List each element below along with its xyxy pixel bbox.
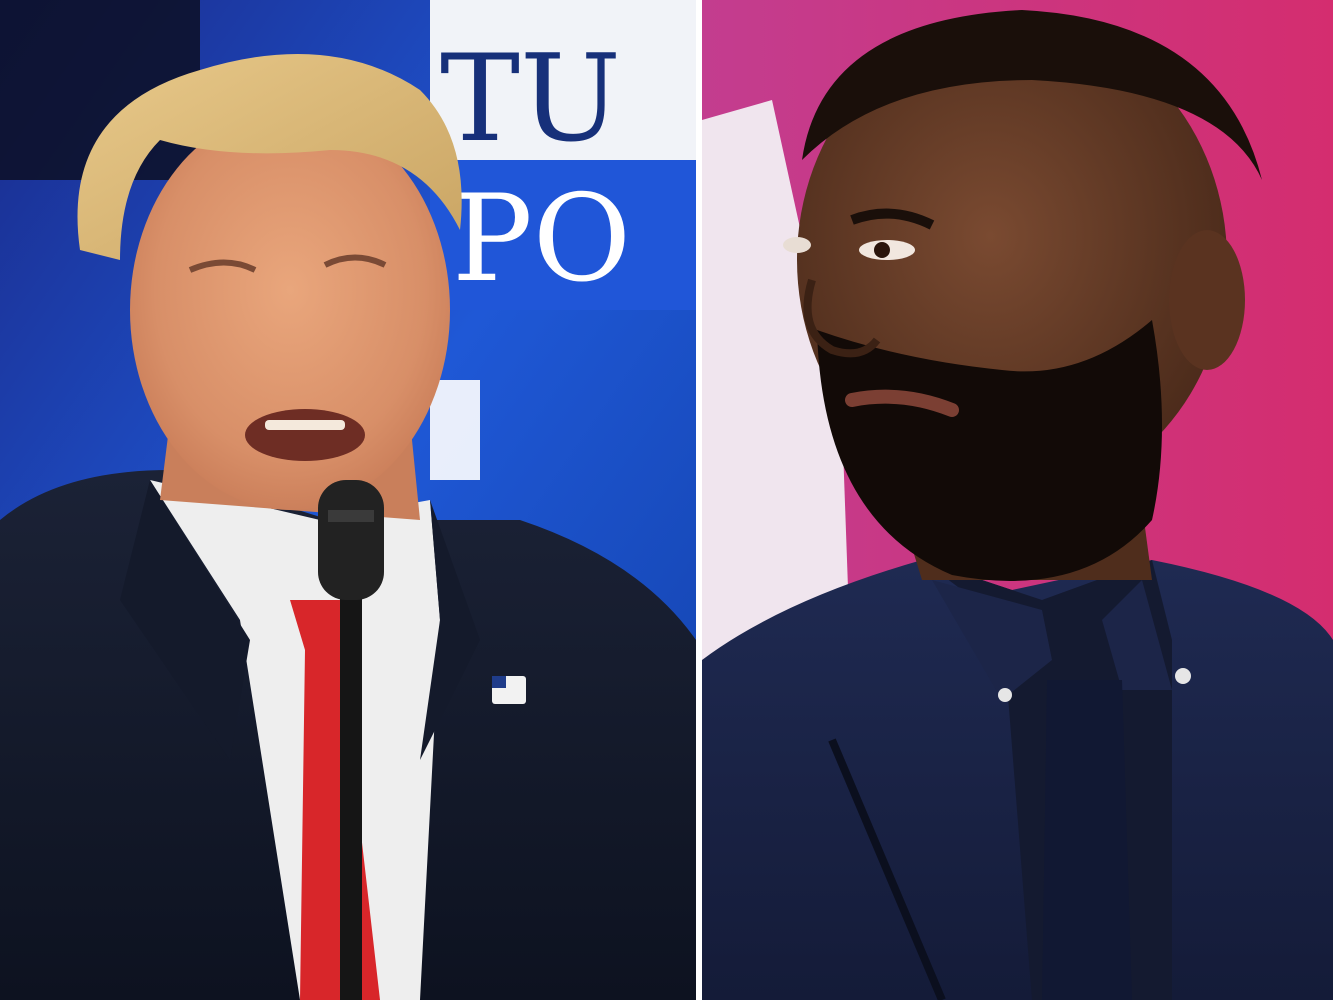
microphone-grille: [328, 510, 374, 522]
microphone-stand: [340, 560, 362, 1000]
side-by-side-photo-collage: TU PO: [0, 0, 1333, 1000]
left-photo-illustration: TU PO: [0, 0, 696, 1000]
collar-button-left: [998, 688, 1012, 702]
collar-button-right: [1175, 668, 1191, 684]
right-photo-man-in-navy-suit: [702, 0, 1333, 1000]
backdrop-white-block: [430, 380, 480, 480]
teeth: [265, 420, 345, 430]
open-mouth: [245, 409, 365, 461]
ear: [1169, 230, 1245, 370]
flag-pin-canton: [492, 676, 506, 688]
right-eye: [783, 237, 811, 253]
microphone-head: [318, 480, 384, 600]
navy-tie: [1042, 680, 1132, 1000]
backdrop-sign-text-top: TU: [440, 30, 621, 169]
right-photo-illustration: [702, 0, 1333, 1000]
left-photo-speaker-at-microphone: TU PO: [0, 0, 696, 1000]
left-pupil: [874, 242, 890, 258]
backdrop-sign-text-bottom: PO: [452, 170, 631, 309]
